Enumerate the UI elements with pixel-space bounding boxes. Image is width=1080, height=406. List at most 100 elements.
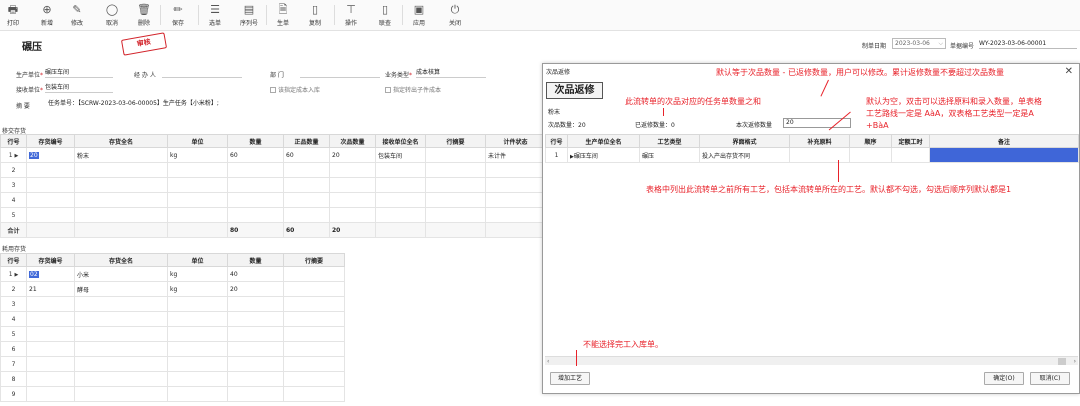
cost-inbound-checkbox[interactable]: 该指定成本入库 bbox=[270, 85, 320, 94]
dept-field[interactable] bbox=[300, 69, 380, 78]
pen-icon: ✏ bbox=[173, 3, 183, 16]
biz-type-label: 业务类型* bbox=[385, 72, 413, 79]
agent-label: 经 办 人 bbox=[134, 72, 156, 79]
table-row[interactable]: 1 ▶ 20 粉末 kg 60 60 20 包装车间 未计件 bbox=[0, 147, 546, 163]
row-pointer-icon: ▶ bbox=[14, 271, 19, 278]
checkbox-icon bbox=[385, 87, 391, 93]
apply-button[interactable]: ▣ 应用 bbox=[406, 2, 432, 29]
copy-button[interactable]: ▯ 复制 bbox=[302, 2, 328, 29]
defect-qty: 次品数量：20 bbox=[548, 122, 586, 129]
table-row[interactable]: 1 ▶ 02 小米 kg 40 bbox=[0, 266, 345, 282]
table-row[interactable]: 5 bbox=[0, 326, 345, 342]
remark-cell[interactable] bbox=[929, 147, 1079, 163]
query-icon: ▯ bbox=[381, 3, 389, 16]
serial-number-button[interactable]: ▤ 序列号 bbox=[236, 2, 262, 29]
close-icon[interactable]: ✕ bbox=[1065, 66, 1073, 77]
close-button[interactable]: ⏻ 关闭 bbox=[442, 2, 468, 29]
grid-header-row: 行号 存货编号 存货全名 单位 数量 正品数量 次品数量 接收单位全名 行摘要 计件状态 bbox=[0, 134, 546, 148]
dept-label: 部 门 bbox=[270, 72, 284, 79]
chevron-down-icon: ⌵ bbox=[938, 40, 943, 47]
grid-header-row: 行号 存货编号 存货全名 单位 数量 行摘要 bbox=[0, 253, 345, 267]
list-icon: ☰ bbox=[210, 3, 220, 16]
annotation-arrow bbox=[576, 350, 577, 366]
annotation-task-qty: 此流转单的次品对应的任务单数量之和 bbox=[625, 97, 761, 106]
annotation-material-3: +BàA bbox=[866, 121, 889, 130]
horizontal-scrollbar[interactable]: ‹ › bbox=[545, 356, 1078, 365]
trash-icon: 🗑 bbox=[137, 3, 151, 16]
sub-cost-checkbox[interactable]: 指定转出子件成本 bbox=[385, 85, 441, 94]
table-row[interactable]: 4 bbox=[0, 311, 345, 327]
save-button[interactable]: ✏ 保存 bbox=[165, 2, 191, 29]
edit-icon: ✎ bbox=[72, 3, 82, 16]
current-qty-label: 本次返修数量 bbox=[736, 122, 773, 129]
table-row[interactable]: 9 bbox=[0, 386, 345, 402]
table-row[interactable]: 6 bbox=[0, 341, 345, 357]
toolbar-separator bbox=[334, 5, 335, 25]
toolbar-separator bbox=[266, 5, 267, 25]
prod-unit-field[interactable]: 碾压车间 bbox=[45, 69, 113, 78]
table-row[interactable]: 4 bbox=[0, 192, 546, 208]
operation-button[interactable]: ⊤ 操作 bbox=[338, 2, 364, 29]
toolbar-separator bbox=[160, 5, 161, 25]
process-grid: 行号 生产单位全名 工艺类型 界面格式 补充原料 顺序 定额工时 备注 1 ▶碾压车间 碾压 … bbox=[545, 134, 1079, 163]
operation-icon: ⊤ bbox=[346, 3, 356, 16]
table-row[interactable]: 3 bbox=[0, 177, 546, 193]
cancel-button[interactable]: ◯ 取消 bbox=[99, 2, 125, 29]
material-grid: 行号 存货编号 存货全名 单位 数量 行摘要 1 ▶ 02 小米 kg 40 2 21 酵… bbox=[0, 253, 345, 402]
row-pointer-icon: ▶ bbox=[14, 152, 19, 159]
table-row[interactable]: 8 bbox=[0, 371, 345, 387]
toolbar: 🖶 打印 ⊕ 新增 ✎ 修改 ◯ 取消 🗑 删除 ✏ 保存 ☰ 选单 ▤ 序列号 🗎 生单 ▯ 复制… bbox=[0, 0, 1080, 31]
product-grid: 行号 存货编号 存货全名 单位 数量 正品数量 次品数量 接收单位全名 行摘要 计件状态 1 ▶ … bbox=[0, 134, 546, 238]
summary-field[interactable]: 任务单号：【SCRW-2023-03-06-00005】生产任务【小米粉】; bbox=[48, 100, 288, 109]
generate-bill-button[interactable]: 🗎 生单 bbox=[270, 2, 296, 29]
query-button[interactable]: ▯ 联查 bbox=[372, 2, 398, 29]
new-button[interactable]: ⊕ 新增 bbox=[34, 2, 60, 29]
dialog-title: 次品返修 bbox=[546, 69, 571, 76]
billno-field[interactable]: WY-2023-03-06-00001 bbox=[979, 39, 1077, 49]
add-process-button[interactable]: 增加工艺 bbox=[550, 372, 590, 385]
repaired-qty: 已返修数量：0 bbox=[635, 122, 675, 129]
date-input[interactable]: 2023-03-06 ⌵ bbox=[892, 38, 946, 49]
power-icon: ⏻ bbox=[450, 3, 460, 16]
checkbox-icon bbox=[270, 87, 276, 93]
material-section-label: 耗用存货 bbox=[2, 246, 27, 253]
agent-field[interactable] bbox=[162, 69, 242, 78]
ok-button[interactable]: 确定(O) bbox=[984, 372, 1024, 385]
annotation-process-list: 表格中列出此流转单之前所有工艺，包括本流转单所在的工艺。默认都不勾选，勾选后顺序… bbox=[646, 185, 1012, 194]
annotation-arrow bbox=[838, 160, 839, 182]
summary-label: 摘 要 bbox=[16, 103, 30, 110]
select-bill-button[interactable]: ☰ 选单 bbox=[202, 2, 228, 29]
table-row[interactable]: 7 bbox=[0, 356, 345, 372]
billno-label: 单据编号 bbox=[950, 43, 975, 50]
scroll-right-icon[interactable]: › bbox=[1074, 357, 1076, 366]
table-row[interactable]: 1 ▶碾压车间 碾压 投入产出存货不同 bbox=[545, 147, 1079, 163]
page-title: 碾压 bbox=[22, 42, 42, 53]
toolbar-separator bbox=[402, 5, 403, 25]
dialog-heading: 次品返修 bbox=[546, 82, 603, 99]
recv-unit-field[interactable]: 包装车间 bbox=[45, 84, 113, 93]
total-row: 合计 80 60 20 bbox=[0, 222, 546, 238]
cancel-icon: ◯ bbox=[105, 3, 119, 16]
cancel-dialog-button[interactable]: 取消(C) bbox=[1030, 372, 1070, 385]
audit-stamp: 审核 bbox=[120, 32, 168, 56]
edit-button[interactable]: ✎ 修改 bbox=[64, 2, 90, 29]
document-icon: 🗎 bbox=[278, 3, 288, 16]
grid-header-row: 行号 生产单位全名 工艺类型 界面格式 补充原料 顺序 定额工时 备注 bbox=[545, 134, 1079, 148]
scroll-thumb[interactable] bbox=[1058, 358, 1066, 365]
delete-button[interactable]: 🗑 删除 bbox=[131, 2, 157, 29]
annotation-default-qty: 默认等于次品数量 - 已返修数量，用户可以修改。累计返修数量不要超过次品数量 bbox=[716, 68, 1004, 77]
print-button[interactable]: 🖶 打印 bbox=[0, 2, 26, 29]
scroll-left-icon[interactable]: ‹ bbox=[547, 357, 549, 366]
table-row[interactable]: 2 21 酵母 kg 20 bbox=[0, 281, 345, 297]
table-row[interactable]: 5 bbox=[0, 207, 546, 223]
product-name: 粉末 bbox=[548, 109, 561, 116]
annotation-material-2: 工艺路线一定是 AàA，双表格工艺类型一定是A bbox=[866, 109, 1034, 118]
table-row[interactable]: 3 bbox=[0, 296, 345, 312]
recv-unit-label: 接收单位* bbox=[16, 87, 44, 94]
table-row[interactable]: 2 bbox=[0, 162, 546, 178]
date-label: 制单日期 bbox=[862, 43, 887, 50]
biz-type-field[interactable]: 成本核算 bbox=[416, 69, 486, 78]
image-icon: ▣ bbox=[413, 3, 425, 16]
prod-unit-label: 生产单位* bbox=[16, 72, 44, 79]
annotation-material-1: 默认为空，双击可以选择原料和录入数量，单表格 bbox=[866, 97, 1042, 106]
